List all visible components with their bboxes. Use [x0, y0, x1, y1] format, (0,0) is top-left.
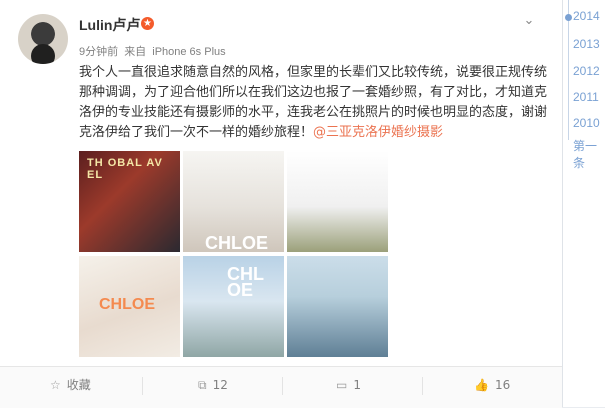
divider [142, 377, 143, 395]
photo-thumb-3[interactable] [287, 151, 388, 252]
comment-count: 1 [353, 378, 361, 392]
chevron-down-icon[interactable]: ⌄ [522, 14, 536, 28]
like-button[interactable]: 👍 16 [474, 367, 510, 408]
photo-grid: TH OBAL AV EL CHLOE CHLOE CHL OE [79, 151, 391, 357]
photo-thumb-5[interactable]: CHL OE [183, 256, 284, 357]
first-post-link[interactable]: 第一条 [573, 137, 605, 171]
favorite-label: 收藏 [66, 378, 91, 392]
timeline-line [568, 0, 569, 140]
year-2013[interactable]: 2013 [573, 37, 600, 51]
divider [282, 377, 283, 395]
post-time[interactable]: 9分钟前 [79, 46, 118, 58]
repost-count: 12 [212, 378, 228, 392]
comment-button[interactable]: ▭ 1 [336, 367, 361, 408]
source-device[interactable]: iPhone 6s Plus [152, 46, 225, 58]
year-timeline: 2014 2013 2012 2011 2010 第一条 [563, 0, 605, 407]
comment-icon: ▭ [336, 378, 348, 392]
repost-button[interactable]: ⧉ 12 [198, 367, 228, 408]
photo-thumb-4[interactable]: CHLOE [79, 256, 180, 357]
thumb-caption-4: CHLOE [99, 296, 155, 313]
favorite-button[interactable]: ☆ 收藏 [50, 367, 91, 408]
photo-thumb-6[interactable] [287, 256, 388, 357]
thumbs-up-icon: 👍 [474, 378, 489, 392]
thumb-caption-1: TH OBAL AV EL [87, 157, 163, 181]
post-meta: 9分钟前 来自 iPhone 6s Plus [79, 43, 229, 59]
username-link[interactable]: Lulin卢卢 [79, 15, 140, 35]
action-bar: ☆ 收藏 ⧉ 12 ▭ 1 👍 16 [0, 366, 562, 408]
timeline-dot [565, 14, 572, 21]
photo-thumb-2[interactable]: CHLOE [183, 151, 284, 252]
repost-icon: ⧉ [198, 378, 207, 392]
thumb-caption-2: CHLOE [205, 233, 268, 252]
avatar[interactable] [18, 14, 68, 64]
weibo-post-card: Lulin卢卢 ★ 9分钟前 来自 iPhone 6s Plus ⌄ 我个人一直… [0, 0, 563, 408]
post-text: 我个人一直很追求随意自然的风格，但家里的长辈们又比较传统，说要很正规传统那种调调… [79, 63, 549, 143]
year-2010[interactable]: 2010 [573, 116, 600, 130]
year-2012[interactable]: 2012 [573, 64, 600, 78]
like-count: 16 [494, 378, 511, 392]
star-outline-icon: ☆ [50, 378, 61, 392]
divider [422, 377, 423, 395]
year-2014[interactable]: 2014 [573, 9, 600, 23]
thumb-caption-5: CHL OE [227, 264, 264, 300]
photo-thumb-1[interactable]: TH OBAL AV EL [79, 151, 180, 252]
source-prefix: 来自 [124, 46, 147, 58]
mention-link[interactable]: @三亚克洛伊婚纱摄影 [313, 125, 443, 140]
star-icon[interactable]: ★ [141, 17, 154, 30]
year-2011[interactable]: 2011 [573, 90, 599, 104]
